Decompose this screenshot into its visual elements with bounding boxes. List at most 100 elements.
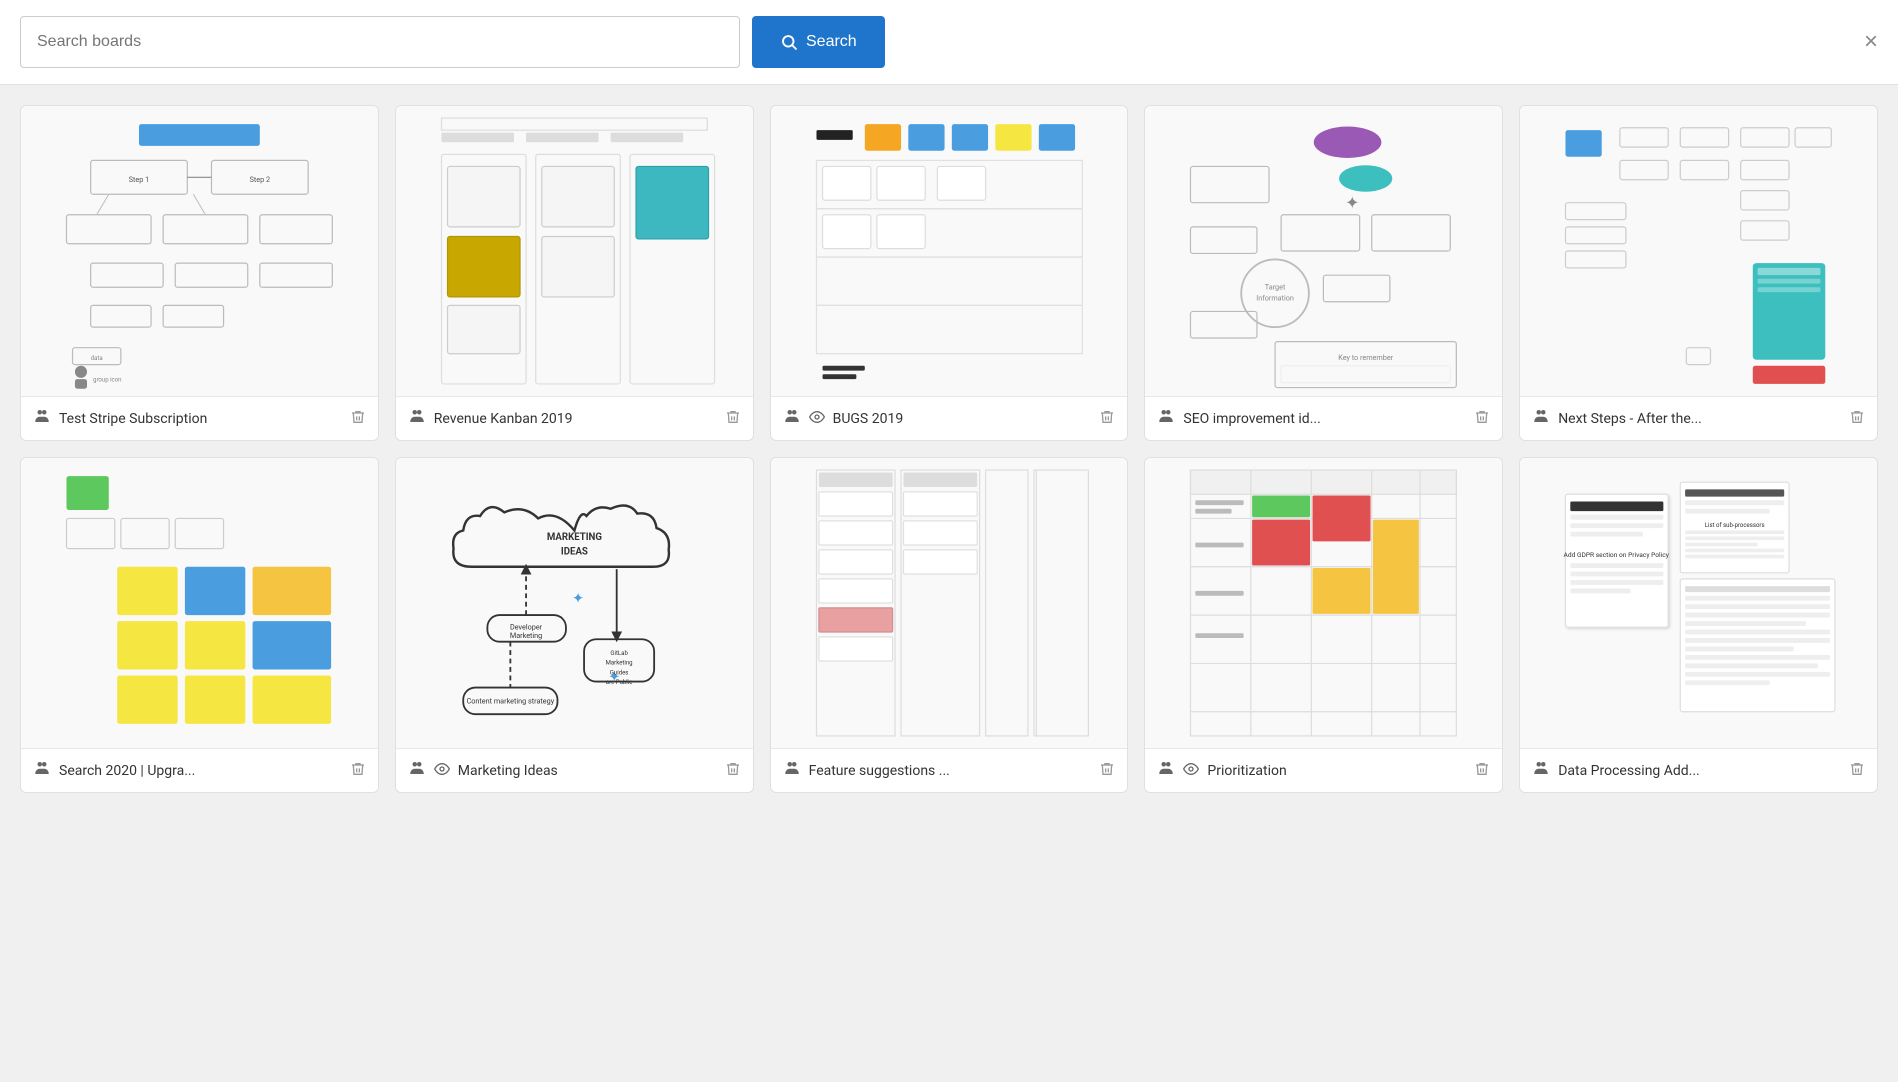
board-name: SEO improvement id... — [1183, 411, 1466, 427]
svg-text:Information: Information — [1257, 294, 1295, 303]
delete-icon[interactable] — [1474, 761, 1490, 781]
board-preview — [21, 458, 378, 748]
board-preview — [771, 106, 1128, 396]
svg-text:Content marketing strategy: Content marketing strategy — [466, 696, 554, 705]
board-preview — [1145, 458, 1502, 748]
board-footer: SEO improvement id... — [1145, 396, 1502, 440]
svg-text:Key to remember: Key to remember — [1339, 353, 1394, 362]
board-footer: Data Processing Add... — [1520, 748, 1877, 792]
preview-svg: Add GDPR section on Privacy Policy — [1520, 458, 1877, 748]
close-icon: × — [1864, 28, 1878, 55]
svg-text:are Public: are Public — [606, 679, 633, 686]
board-name: Test Stripe Subscription — [59, 411, 342, 427]
svg-text:List of sub-processors: List of sub-processors — [1705, 522, 1765, 529]
board-footer: Test Stripe Subscription — [21, 396, 378, 440]
preview-svg: ✦ Target Information Key to remember — [1145, 106, 1502, 396]
svg-text:Marketing: Marketing — [510, 631, 542, 640]
board-footer: Search 2020 | Upgra... — [21, 748, 378, 792]
svg-text:MARKETING: MARKETING — [547, 532, 602, 543]
board-card[interactable]: Prioritization — [1144, 457, 1503, 793]
preview-svg — [1145, 458, 1502, 748]
delete-icon[interactable] — [350, 409, 366, 429]
search-input[interactable] — [20, 16, 740, 68]
board-card[interactable]: Feature suggestions ... — [770, 457, 1129, 793]
svg-text:Step 1: Step 1 — [129, 175, 149, 184]
delete-icon[interactable] — [1474, 409, 1490, 429]
board-preview — [771, 458, 1128, 748]
board-preview — [396, 106, 753, 396]
board-preview: ✦ Target Information Key to remember — [1145, 106, 1502, 396]
preview-svg — [771, 106, 1128, 396]
board-footer: BUGS 2019 — [771, 396, 1128, 440]
board-name: Prioritization — [1207, 763, 1466, 779]
group-icon — [33, 407, 51, 430]
visibility-icon — [809, 409, 825, 429]
group-icon — [1532, 759, 1550, 782]
search-header: Search × — [0, 0, 1898, 85]
svg-text:GitLab: GitLab — [610, 650, 628, 657]
group-icon — [1157, 407, 1175, 430]
visibility-icon — [434, 761, 450, 781]
svg-text:group icon: group icon — [93, 377, 121, 384]
group-icon — [408, 759, 426, 782]
board-footer: Revenue Kanban 2019 — [396, 396, 753, 440]
delete-icon[interactable] — [1849, 409, 1865, 429]
group-icon — [1157, 759, 1175, 782]
boards-grid: Step 1 Step 2 data — [0, 85, 1898, 813]
board-card[interactable]: MARKETING IDEAS Developer Marketing ✦ ✦ … — [395, 457, 754, 793]
group-icon — [33, 759, 51, 782]
board-name: Marketing Ideas — [458, 763, 717, 779]
svg-text:Target: Target — [1265, 283, 1286, 292]
board-preview: Add GDPR section on Privacy Policy — [1520, 458, 1877, 748]
board-footer: Prioritization — [1145, 748, 1502, 792]
svg-text:✦: ✦ — [572, 590, 584, 607]
board-footer: Marketing Ideas — [396, 748, 753, 792]
board-footer: Next Steps - After the... — [1520, 396, 1877, 440]
board-name: Search 2020 | Upgra... — [59, 763, 342, 779]
board-preview — [1520, 106, 1877, 396]
group-icon — [408, 407, 426, 430]
board-name: Revenue Kanban 2019 — [434, 411, 717, 427]
search-icon — [780, 33, 798, 51]
board-preview: MARKETING IDEAS Developer Marketing ✦ ✦ … — [396, 458, 753, 748]
board-card[interactable]: Step 1 Step 2 data — [20, 105, 379, 441]
preview-svg: MARKETING IDEAS Developer Marketing ✦ ✦ … — [396, 458, 753, 748]
svg-text:Marketing: Marketing — [605, 660, 632, 667]
svg-text:IDEAS: IDEAS — [561, 547, 588, 558]
svg-text:Add GDPR section on Privacy Po: Add GDPR section on Privacy Policy — [1564, 551, 1670, 559]
group-icon — [783, 407, 801, 430]
preview-svg — [1520, 106, 1877, 396]
delete-icon[interactable] — [350, 761, 366, 781]
svg-text:✦: ✦ — [1346, 194, 1360, 214]
board-card[interactable]: Revenue Kanban 2019 — [395, 105, 754, 441]
visibility-icon — [1183, 761, 1199, 781]
svg-text:data: data — [91, 355, 103, 362]
board-card[interactable]: BUGS 2019 — [770, 105, 1129, 441]
preview-svg — [396, 106, 753, 396]
board-card[interactable]: ✦ Target Information Key to remember — [1144, 105, 1503, 441]
delete-icon[interactable] — [1849, 761, 1865, 781]
board-name: Data Processing Add... — [1558, 763, 1841, 779]
search-button[interactable]: Search — [752, 16, 885, 68]
delete-icon[interactable] — [725, 409, 741, 429]
close-button[interactable]: × — [1864, 28, 1878, 56]
board-footer: Feature suggestions ... — [771, 748, 1128, 792]
preview-svg: Step 1 Step 2 data — [21, 106, 378, 396]
preview-svg — [21, 458, 378, 748]
svg-text:Step 2: Step 2 — [250, 175, 270, 184]
delete-icon[interactable] — [725, 761, 741, 781]
preview-svg — [771, 458, 1128, 748]
board-name: Feature suggestions ... — [809, 763, 1092, 779]
search-button-label: Search — [806, 33, 857, 51]
group-icon — [1532, 407, 1550, 430]
svg-text:Guides: Guides — [610, 669, 629, 676]
delete-icon[interactable] — [1099, 761, 1115, 781]
board-card[interactable]: Next Steps - After the... — [1519, 105, 1878, 441]
board-card[interactable]: Add GDPR section on Privacy Policy — [1519, 457, 1878, 793]
board-card[interactable]: Search 2020 | Upgra... — [20, 457, 379, 793]
board-name: Next Steps - After the... — [1558, 411, 1841, 427]
board-preview: Step 1 Step 2 data — [21, 106, 378, 396]
delete-icon[interactable] — [1099, 409, 1115, 429]
board-name: BUGS 2019 — [833, 411, 1092, 427]
group-icon — [783, 759, 801, 782]
